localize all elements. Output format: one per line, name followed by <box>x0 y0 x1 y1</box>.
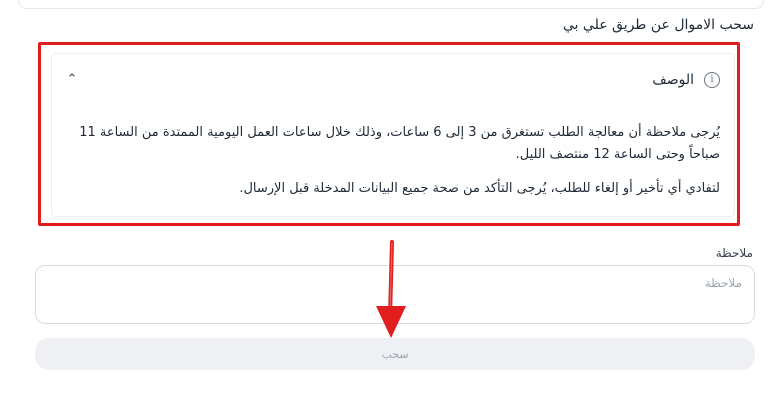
description-paragraph-2: لتفادي أي تأخير أو إلغاء للطلب، يُرجى ال… <box>239 181 720 196</box>
note-field[interactable] <box>35 265 755 324</box>
description-highlight-box: i الوصف ⌃ يُرجى ملاحظة أن معالجة الطلب ت… <box>38 42 740 226</box>
withdraw-button[interactable]: سحب <box>35 338 755 370</box>
description-panel: i الوصف ⌃ يُرجى ملاحظة أن معالجة الطلب ت… <box>51 53 735 217</box>
description-body: يُرجى ملاحظة أن معالجة الطلب تستغرق من 3… <box>64 122 720 212</box>
description-label: الوصف <box>652 72 694 88</box>
previous-card-border <box>18 0 764 9</box>
chevron-up-icon[interactable]: ⌃ <box>62 70 82 90</box>
description-paragraph-1: يُرجى ملاحظة أن معالجة الطلب تستغرق من 3… <box>79 125 720 162</box>
info-icon: i <box>704 72 720 88</box>
note-label: ملاحظة <box>715 246 753 260</box>
section-title: سحب الاموال عن طريق علي بي <box>562 17 754 33</box>
description-header[interactable]: i الوصف ⌃ <box>62 68 720 92</box>
